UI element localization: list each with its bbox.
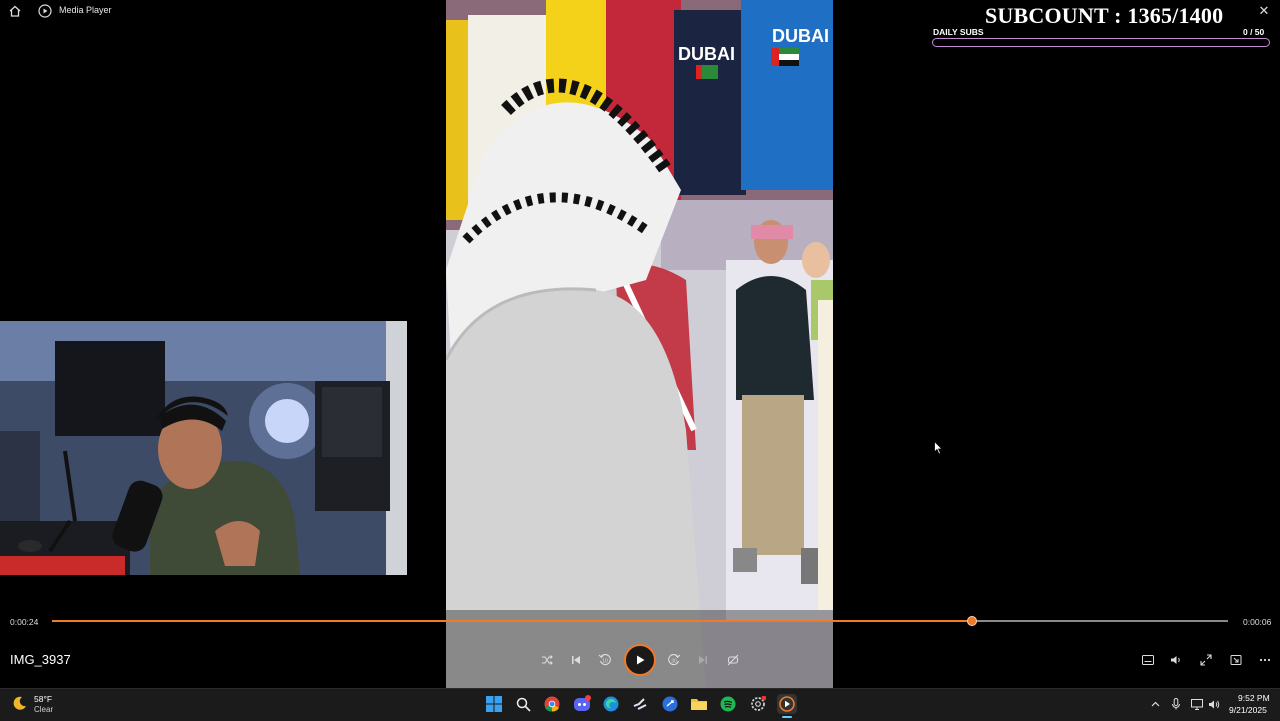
- seek-bar[interactable]: [52, 616, 1228, 626]
- svg-text:10: 10: [602, 659, 608, 665]
- edge-icon[interactable]: [601, 694, 621, 714]
- clock-time[interactable]: 9:52 PM: [1238, 693, 1270, 703]
- video-frame[interactable]: DUBAI DUBAI: [446, 0, 833, 688]
- close-window-button[interactable]: ✕: [1256, 3, 1272, 19]
- spotify-icon[interactable]: [718, 694, 738, 714]
- settings-icon[interactable]: [748, 694, 768, 714]
- play-icon: [637, 655, 645, 665]
- moon-icon[interactable]: [12, 695, 28, 711]
- daily-subs-count: 0 / 50: [1243, 27, 1265, 37]
- chevron-up-icon[interactable]: [1149, 698, 1161, 710]
- subcount-overlay: SUBCOUNT : 1365/1400: [985, 3, 1224, 28]
- more-icon[interactable]: [1256, 651, 1274, 669]
- network-icon[interactable]: [1191, 698, 1203, 710]
- repeat-off-icon[interactable]: [724, 651, 742, 669]
- media-player-icon[interactable]: [777, 694, 797, 714]
- file-name: IMG_3937: [10, 652, 71, 667]
- microphone-icon[interactable]: [1170, 698, 1182, 710]
- webcam-image: [0, 321, 407, 575]
- weather-temperature[interactable]: 58°F: [34, 694, 52, 704]
- next-icon[interactable]: [694, 651, 712, 669]
- seek-bar-progress: [52, 620, 972, 622]
- speaker-icon[interactable]: [1208, 698, 1220, 710]
- app-title: Media Player: [59, 5, 112, 15]
- previous-icon[interactable]: [567, 651, 585, 669]
- daily-subs-progress-bar: [932, 38, 1270, 47]
- media-player-app-icon: [38, 4, 52, 18]
- weather-condition[interactable]: Clear: [34, 705, 53, 714]
- search-icon[interactable]: [513, 694, 533, 714]
- steam-icon[interactable]: [630, 694, 650, 714]
- subtitles-icon[interactable]: [1139, 651, 1157, 669]
- clock-date[interactable]: 9/21/2025: [1229, 705, 1267, 715]
- shirt-text: DUBAI: [772, 26, 829, 46]
- webcam-overlay: [0, 321, 407, 575]
- windows-start-icon[interactable]: [484, 694, 504, 714]
- svg-text:30: 30: [671, 659, 677, 665]
- total-time: 0:00:06: [1243, 617, 1272, 627]
- file-explorer-icon[interactable]: [689, 694, 709, 714]
- video-scene-image: DUBAI DUBAI: [446, 0, 833, 688]
- forward-30-icon[interactable]: 30: [665, 651, 683, 669]
- daily-subs-label: DAILY SUBS: [933, 27, 984, 37]
- discord-icon[interactable]: [572, 694, 592, 714]
- active-app-indicator: [782, 716, 792, 718]
- current-time: 0:00:24: [10, 617, 39, 627]
- rewind-10-icon[interactable]: 10: [596, 651, 614, 669]
- play-button[interactable]: [624, 644, 656, 676]
- seek-thumb[interactable]: [966, 616, 977, 626]
- mouse-cursor-icon: [934, 441, 943, 455]
- chrome-icon[interactable]: [542, 694, 562, 714]
- shirt-text: DUBAI: [678, 44, 735, 64]
- volume-icon[interactable]: [1167, 651, 1185, 669]
- home-icon[interactable]: [8, 4, 22, 18]
- generic-app-icon[interactable]: [660, 694, 680, 714]
- shuffle-icon[interactable]: [538, 651, 556, 669]
- fullscreen-icon[interactable]: [1197, 651, 1215, 669]
- miniplayer-icon[interactable]: [1227, 651, 1245, 669]
